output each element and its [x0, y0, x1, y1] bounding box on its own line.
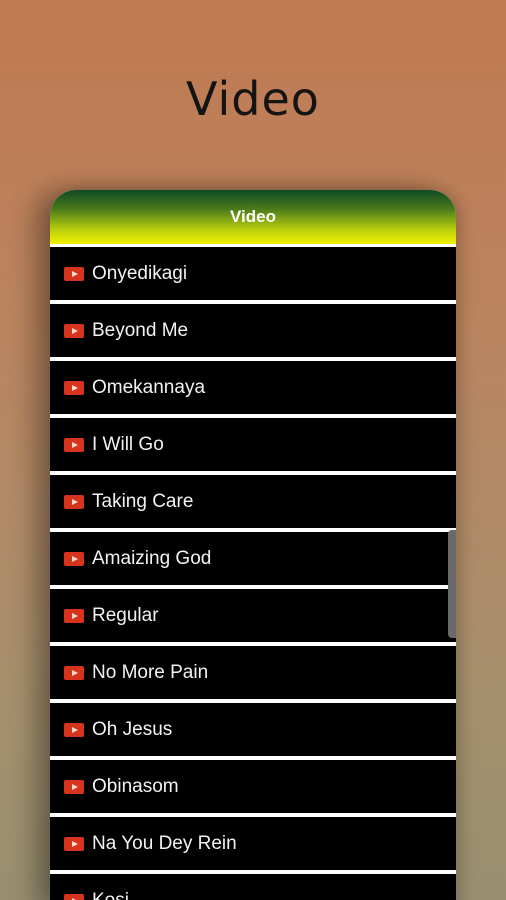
youtube-play-icon: [64, 266, 84, 281]
youtube-play-icon: [64, 836, 84, 851]
list-item-label: Regular: [92, 604, 159, 626]
list-item[interactable]: Kosi: [50, 874, 456, 900]
card-title: Video: [230, 207, 276, 226]
list-item[interactable]: No More Pain: [50, 646, 456, 699]
youtube-play-icon: [64, 893, 84, 900]
list-item-label: Na You Dey Rein: [92, 832, 237, 854]
list-item[interactable]: Regular: [50, 589, 456, 642]
video-list[interactable]: Onyedikagi Beyond Me Omekannaya I Will G…: [50, 244, 456, 900]
list-item[interactable]: Beyond Me: [50, 304, 456, 357]
youtube-play-icon: [64, 323, 84, 338]
list-item[interactable]: Obinasom: [50, 760, 456, 813]
list-item-label: Obinasom: [92, 775, 179, 797]
youtube-play-icon: [64, 437, 84, 452]
list-item[interactable]: Onyedikagi: [50, 247, 456, 300]
youtube-play-icon: [64, 608, 84, 623]
list-item-label: Amaizing God: [92, 547, 212, 569]
list-item-label: Beyond Me: [92, 319, 189, 341]
video-list-card: Video Onyedikagi Beyond Me Omekannaya I …: [50, 190, 456, 900]
youtube-play-icon: [64, 779, 84, 794]
scrollbar-handle[interactable]: [448, 530, 456, 638]
list-item-label: Kosi: [92, 889, 129, 900]
page-title: Video: [186, 72, 320, 126]
list-item-label: No More Pain: [92, 661, 209, 683]
list-item[interactable]: Taking Care: [50, 475, 456, 528]
list-item-label: Taking Care: [92, 490, 194, 512]
youtube-play-icon: [64, 665, 84, 680]
youtube-play-icon: [64, 494, 84, 509]
youtube-play-icon: [64, 551, 84, 566]
youtube-play-icon: [64, 722, 84, 737]
list-item[interactable]: Amaizing God: [50, 532, 456, 585]
list-item[interactable]: Oh Jesus: [50, 703, 456, 756]
list-item[interactable]: Omekannaya: [50, 361, 456, 414]
list-item[interactable]: Na You Dey Rein: [50, 817, 456, 870]
youtube-play-icon: [64, 380, 84, 395]
list-item-label: Omekannaya: [92, 376, 206, 398]
list-item-label: Onyedikagi: [92, 262, 188, 284]
list-item[interactable]: I Will Go: [50, 418, 456, 471]
list-item-label: Oh Jesus: [92, 718, 173, 740]
list-item-label: I Will Go: [92, 433, 164, 455]
card-header: Video: [50, 190, 456, 244]
